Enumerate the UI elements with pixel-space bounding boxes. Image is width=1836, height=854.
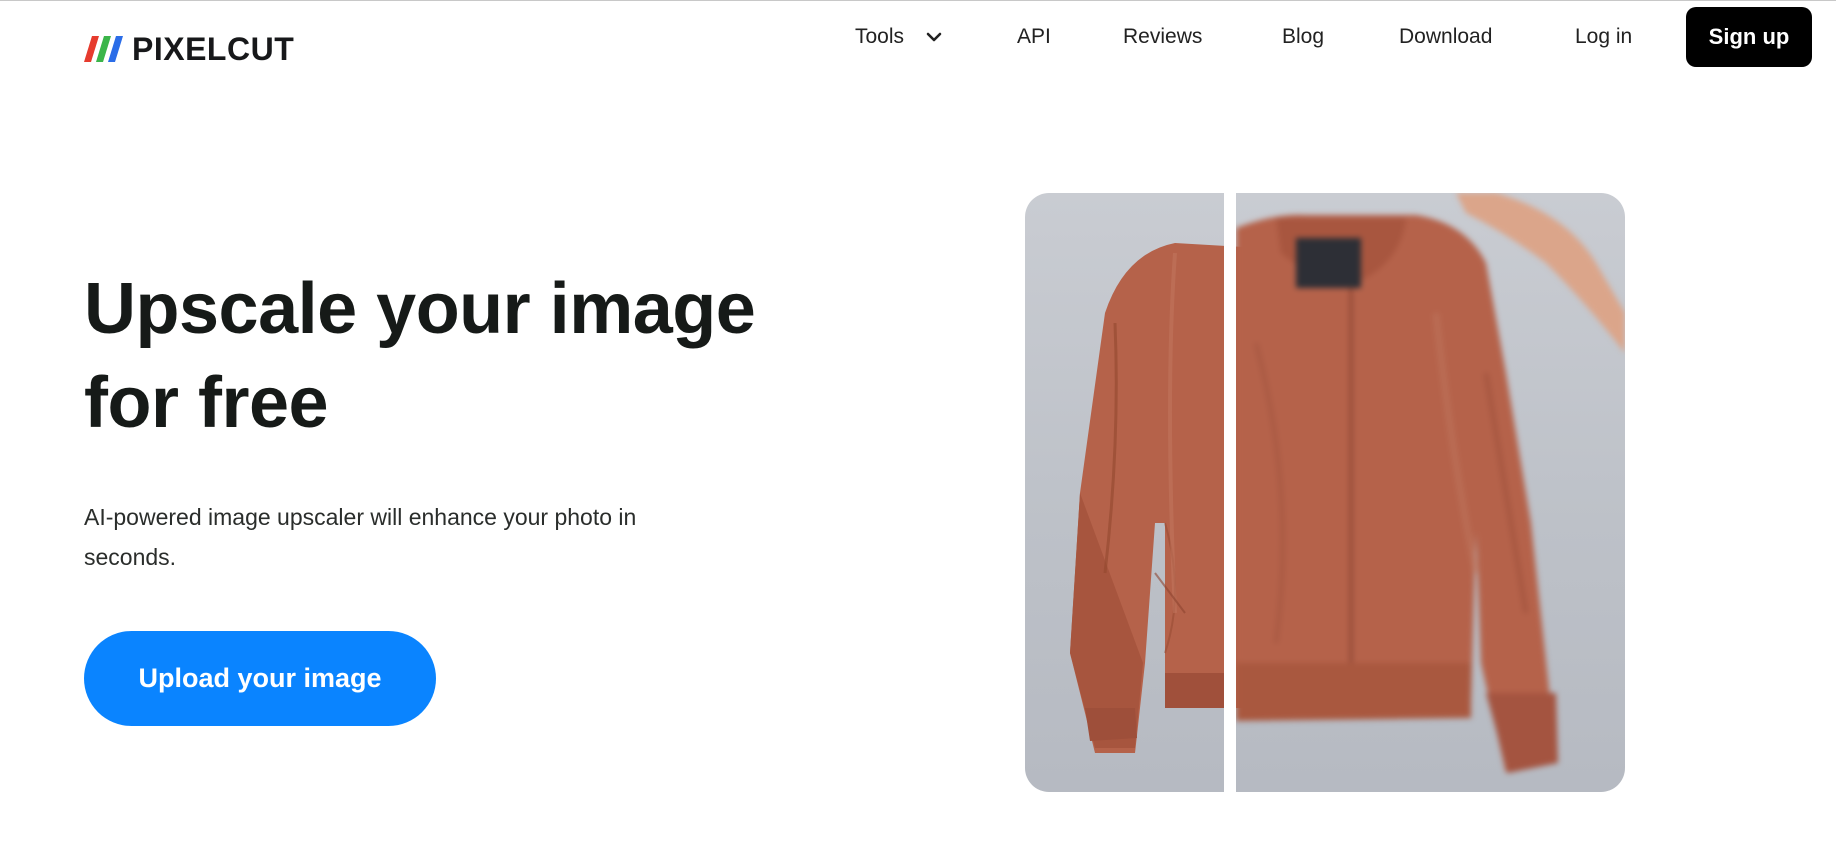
hero-subtitle: AI-powered image upscaler will enhance y… <box>84 497 744 577</box>
nav-download[interactable]: Download <box>1399 22 1492 52</box>
jacket-blurred-image <box>1236 193 1625 792</box>
pixelcut-logo-icon <box>84 36 123 62</box>
chevron-down-icon <box>926 33 942 42</box>
site-header: PIXELCUT Tools API Reviews Blog Download… <box>0 0 1836 80</box>
signup-button[interactable]: Sign up <box>1686 7 1812 67</box>
nav-tools[interactable]: Tools <box>855 22 944 52</box>
nav-api[interactable]: API <box>1017 22 1051 52</box>
hero-subtitle-line2: seconds. <box>84 544 177 570</box>
nav-tools-label: Tools <box>855 25 905 48</box>
nav-blog[interactable]: Blog <box>1282 22 1324 52</box>
before-after-comparison-image <box>1025 193 1625 792</box>
brand-name: PIXELCUT <box>132 31 295 67</box>
hero-title: Upscale your image for free <box>84 262 844 450</box>
upload-image-button[interactable]: Upload your image <box>84 631 436 726</box>
comparison-divider <box>1224 193 1236 792</box>
nav-login[interactable]: Log in <box>1575 22 1632 52</box>
pixelcut-logo[interactable]: PIXELCUT <box>84 31 295 67</box>
hero-subtitle-line1: AI-powered image upscaler will enhance y… <box>84 504 637 530</box>
nav-reviews[interactable]: Reviews <box>1123 22 1202 52</box>
hero-title-line2: for free <box>84 363 329 443</box>
hero-title-line1: Upscale your image <box>84 269 756 349</box>
